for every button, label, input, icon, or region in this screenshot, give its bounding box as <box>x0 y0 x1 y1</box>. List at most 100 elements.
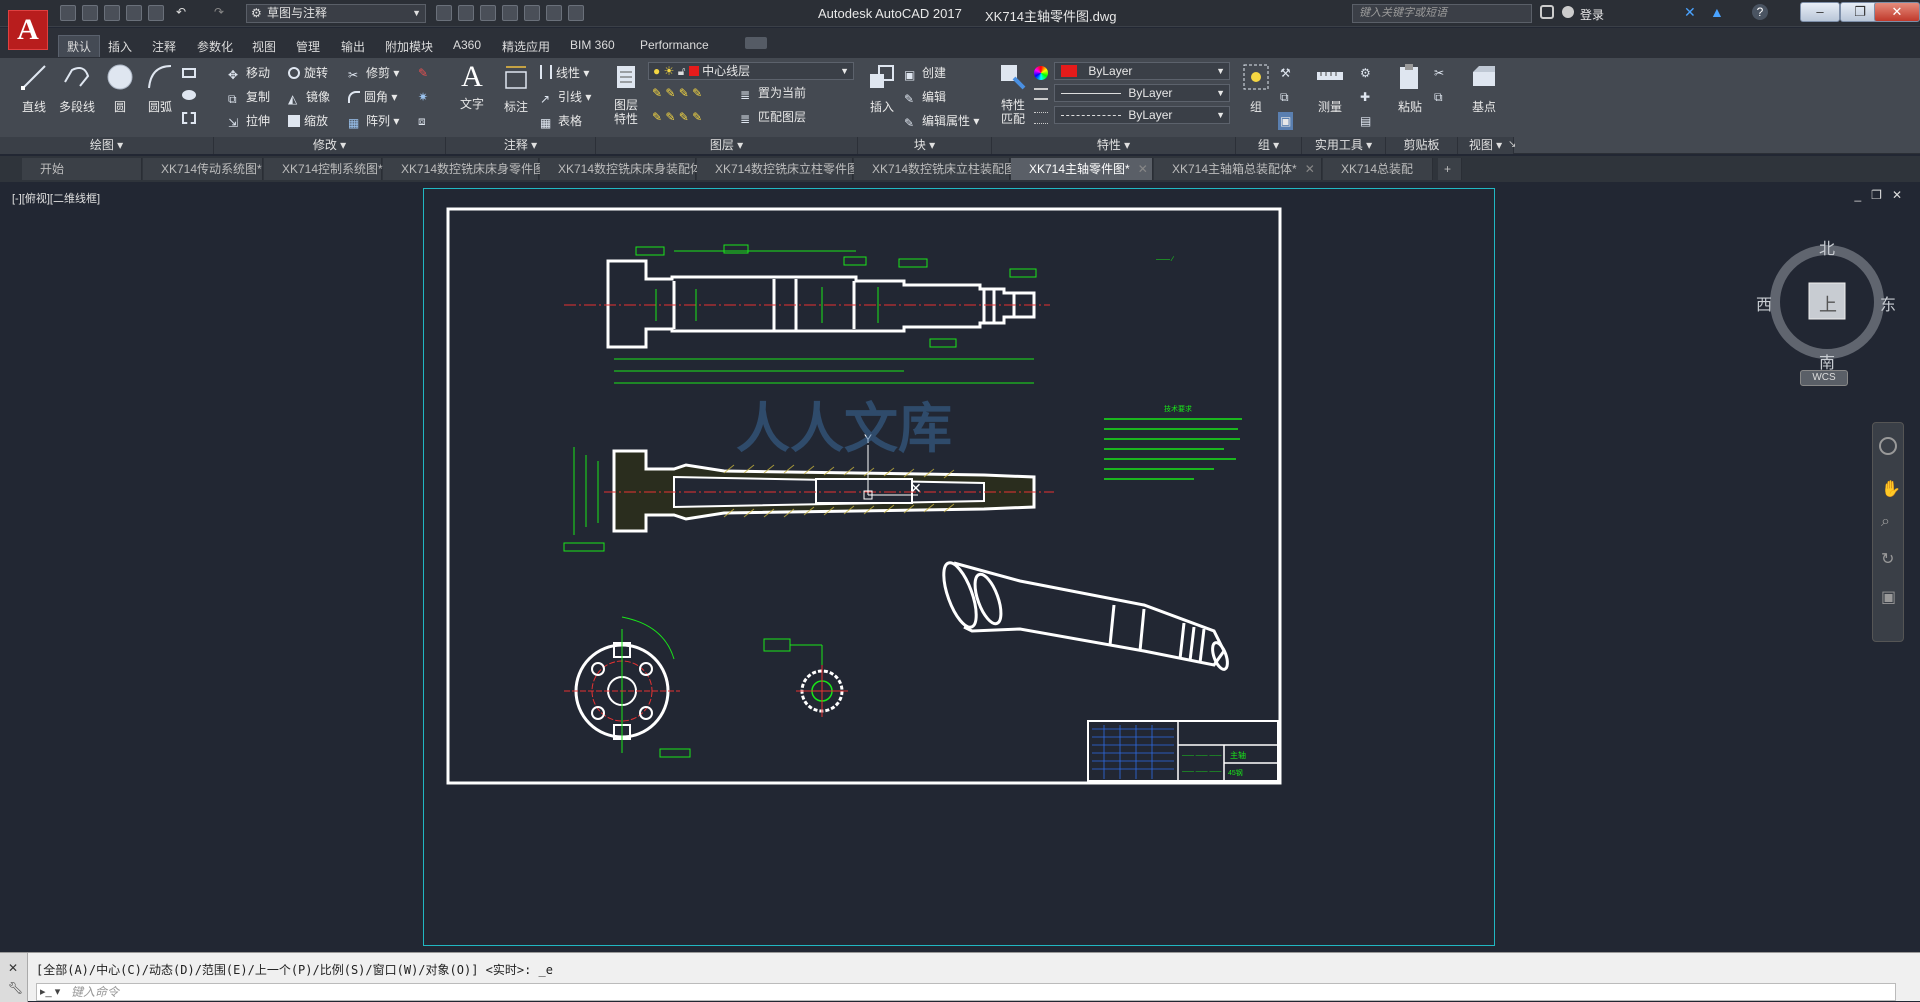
paste-button[interactable]: 粘贴 <box>1388 62 1432 115</box>
print-icon[interactable] <box>148 5 164 21</box>
file-tab[interactable]: XK714主轴零件图* ✕ <box>1011 158 1153 180</box>
color-dropdown[interactable]: ByLayer ▼ <box>1054 62 1230 80</box>
move-button[interactable]: ✥ 移动 <box>228 64 270 82</box>
stretch-button[interactable]: ⇲ 拉伸 <box>228 112 270 130</box>
match-properties-button[interactable]: 特性 匹配 <box>996 62 1030 126</box>
scale-button[interactable]: 缩放 <box>288 112 328 130</box>
set-current-button[interactable]: ≣ 置为当前 <box>740 84 806 102</box>
open-icon[interactable] <box>82 5 98 21</box>
rotate-button[interactable]: 旋转 <box>288 64 328 82</box>
qa-tool-5-icon[interactable] <box>524 5 540 21</box>
viewport-close-icon[interactable]: ✕ <box>1892 188 1902 202</box>
trim-button[interactable]: ✂ 修剪 ▾ <box>348 64 399 82</box>
base-point-button[interactable]: 基点 <box>1464 62 1504 115</box>
qa-tool-3-icon[interactable] <box>480 5 496 21</box>
group-tool-2-icon[interactable]: ⧉ <box>1280 88 1289 106</box>
rectangle-icon[interactable] <box>182 68 196 78</box>
linetype-dropdown[interactable]: ByLayer ▼ <box>1054 84 1230 102</box>
close-tab-icon[interactable]: ✕ <box>1305 162 1315 176</box>
circle-button[interactable]: 圆 <box>100 62 140 115</box>
tab-addins[interactable]: 附加模块 <box>385 38 433 55</box>
file-tab[interactable]: XK714传动系统图*✕ <box>143 158 280 180</box>
erase-icon[interactable]: ✎ <box>418 64 428 82</box>
linear-button[interactable]: 线性 ▾ <box>540 64 589 82</box>
qa-tool-4-icon[interactable] <box>502 5 518 21</box>
zoom-icon[interactable]: ⌕ <box>1881 513 1890 531</box>
copy-clip-icon[interactable]: ⧉ <box>1434 88 1443 106</box>
mirror-button[interactable]: ◭ 镜像 <box>288 88 330 106</box>
qa-tool-2-icon[interactable] <box>458 5 474 21</box>
color-wheel-icon[interactable] <box>1034 66 1048 80</box>
view-panel-title[interactable]: 视图 ▾ <box>1458 137 1514 154</box>
group-button[interactable]: 组 <box>1240 62 1272 115</box>
login-link[interactable]: 登录 <box>1580 6 1604 23</box>
polyline-button[interactable]: 多段线 <box>54 62 100 115</box>
cut-icon[interactable]: ✂ <box>1434 64 1444 82</box>
tab-parametric[interactable]: 参数化 <box>197 38 233 55</box>
compass-west[interactable]: 西 <box>1756 291 1772 315</box>
workspace-select[interactable]: ⚙ 草图与注释 ▼ <box>246 4 426 23</box>
viewcube[interactable]: 上 北 南 东 西 <box>1756 237 1896 372</box>
file-tab[interactable]: XK714数控铣床立柱装配图*✕ <box>854 158 1039 180</box>
search-input[interactable]: 键入关键字或短语 <box>1352 4 1532 23</box>
minimize-button[interactable]: – <box>1800 2 1840 22</box>
group-tool-3-icon[interactable]: ▣ <box>1278 112 1294 130</box>
tab-performance[interactable]: Performance <box>640 38 709 52</box>
clipboard-panel-title[interactable]: 剪贴板 <box>1386 137 1458 154</box>
pan-icon[interactable]: ✋ <box>1881 479 1901 499</box>
tab-insert[interactable]: 插入 <box>108 38 132 55</box>
user-icon[interactable] <box>1562 6 1574 18</box>
close-button[interactable]: ✕ <box>1874 2 1920 22</box>
utility-tool-1-icon[interactable]: ⚙ <box>1360 64 1371 82</box>
new-icon[interactable] <box>60 5 76 21</box>
tab-view[interactable]: 视图 <box>252 38 276 55</box>
qa-tool-6-icon[interactable] <box>546 5 562 21</box>
compass-east[interactable]: 东 <box>1880 291 1896 315</box>
help-icon[interactable]: ? <box>1752 4 1768 20</box>
utility-tool-2-icon[interactable]: ✚ <box>1360 88 1370 106</box>
file-tab[interactable]: XK714总装配 <box>1323 158 1433 180</box>
insert-button[interactable]: 插入 <box>862 62 902 115</box>
panel-expand-icon[interactable]: ↘ <box>1508 139 1516 150</box>
viewport-restore-icon[interactable]: ❐ <box>1871 188 1882 202</box>
orbit-icon[interactable]: ↻ <box>1881 549 1894 569</box>
close-command-icon[interactable]: ✕ <box>8 961 18 975</box>
file-tab[interactable]: XK714主轴箱总装配体* ✕ <box>1154 158 1322 180</box>
layer-properties-button[interactable]: 图层 特性 <box>606 62 646 126</box>
hatch-icon[interactable] <box>182 90 196 100</box>
file-tab[interactable]: XK714数控铣床床身装配体*✕ <box>540 158 725 180</box>
file-tab[interactable]: XK714控制系统图*✕ <box>264 158 401 180</box>
block-panel-title[interactable]: 块 ▾ <box>858 137 992 154</box>
file-tab[interactable]: 开始 <box>22 158 142 180</box>
layer-tools-row-1[interactable]: ✎ ✎ ✎ ✎ <box>652 84 702 102</box>
group-tool-1-icon[interactable]: ⚒ <box>1280 64 1291 82</box>
array-button[interactable]: ▦ 阵列 ▾ <box>348 112 399 130</box>
saveas-icon[interactable] <box>126 5 142 21</box>
drawing-canvas[interactable]: [-][俯视][二维线框] _ ❐ ✕ —— —— —— —— —— —— 主轴… <box>0 182 1920 952</box>
tab-a360[interactable]: A360 <box>453 38 481 52</box>
qa-tool-1-icon[interactable] <box>436 5 452 21</box>
utility-tool-3-icon[interactable]: ▤ <box>1360 112 1371 130</box>
command-input[interactable]: 键入命令 <box>36 983 1896 1001</box>
layers-panel-title[interactable]: 图层 ▾ <box>596 137 858 154</box>
file-tab[interactable]: XK714数控铣床立柱零件图*✕ <box>697 158 882 180</box>
line-button[interactable]: 直线 <box>14 62 54 115</box>
viewport-controls-label[interactable]: [-][俯视][二维线框] <box>12 190 100 206</box>
steering-wheel-icon[interactable] <box>1879 437 1897 455</box>
layer-dropdown[interactable]: ● ☀ 🔓︎ 中心线层 ▼ <box>648 62 854 80</box>
dimension-button[interactable]: 标注 <box>494 62 538 115</box>
table-button[interactable]: ▦ 表格 <box>540 112 582 130</box>
tab-featured-apps[interactable]: 精选应用 <box>502 38 550 55</box>
viewport-minimize-icon[interactable]: _ <box>1854 188 1861 202</box>
utilities-panel-title[interactable]: 实用工具 ▾ <box>1302 137 1386 154</box>
a360-icon[interactable]: ▲ <box>1710 4 1724 20</box>
close-tab-icon[interactable]: ✕ <box>1138 162 1148 176</box>
tab-default[interactable]: 默认 <box>58 35 101 57</box>
offset-icon[interactable]: ⧈ <box>418 112 426 130</box>
lineweight-icon[interactable] <box>1034 112 1048 124</box>
wcs-dropdown[interactable]: WCS <box>1800 370 1848 386</box>
explode-icon[interactable]: ✷ <box>418 88 428 106</box>
boundary-icon[interactable] <box>182 112 196 124</box>
lineweight-dropdown[interactable]: ByLayer ▼ <box>1054 106 1230 124</box>
arc-button[interactable]: 圆弧 <box>140 62 180 115</box>
